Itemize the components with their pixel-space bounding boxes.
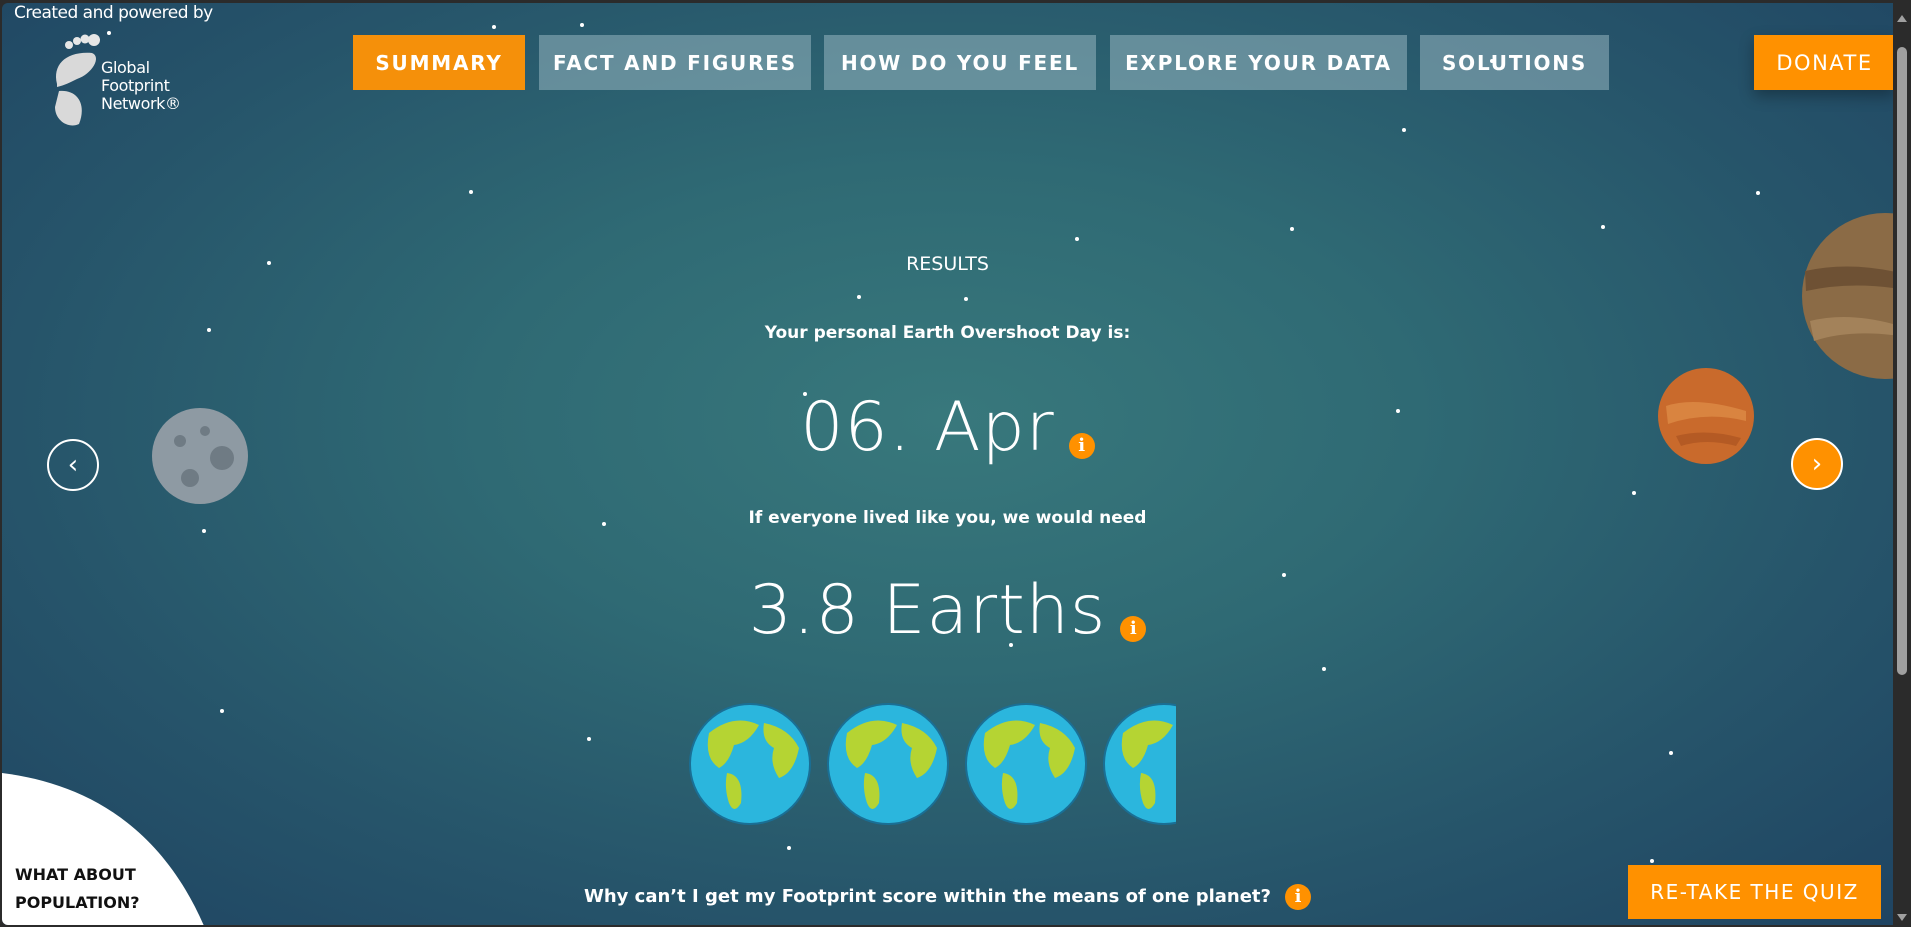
- scroll-thumb[interactable]: [1897, 47, 1907, 675]
- star: [1756, 191, 1760, 195]
- star: [1490, 59, 1494, 63]
- earth-icon: [1103, 703, 1176, 825]
- overshoot-date-row: 06. Apr i: [2, 388, 1893, 467]
- info-icon[interactable]: i: [1284, 884, 1311, 910]
- overshoot-date: 06. Apr: [800, 388, 1055, 467]
- earth-icon: [689, 703, 811, 825]
- scroll-down-icon[interactable]: [1897, 914, 1907, 921]
- page: Created and powered by Global Footprint …: [2, 3, 1893, 925]
- star: [1396, 409, 1400, 413]
- star: [803, 392, 807, 396]
- star: [1075, 237, 1079, 241]
- nav-fact-and-figures[interactable]: FACT AND FIGURES: [539, 35, 811, 90]
- star: [1669, 751, 1673, 755]
- nav-how-do-you-feel[interactable]: HOW DO YOU FEEL: [824, 35, 1096, 90]
- earths-value: 3.8 Earths: [748, 571, 1107, 650]
- population-link[interactable]: WHAT ABOUT POPULATION?: [15, 861, 145, 917]
- logo-line: Footprint: [101, 76, 170, 95]
- star: [602, 522, 606, 526]
- nav-solutions[interactable]: SOLUTIONS: [1420, 35, 1609, 90]
- retake-quiz-button[interactable]: RE-TAKE THE QUIZ: [1628, 865, 1881, 919]
- one-planet-question-row: Why can’t I get my Footprint score withi…: [2, 884, 1893, 910]
- star: [207, 328, 211, 332]
- star: [964, 297, 968, 301]
- earths-value-row: 3.8 Earths i: [2, 571, 1893, 650]
- info-icon[interactable]: i: [1120, 615, 1147, 642]
- star: [107, 31, 111, 35]
- star: [1322, 667, 1326, 671]
- star: [787, 846, 791, 850]
- earths-row: [689, 703, 1176, 825]
- star: [469, 190, 473, 194]
- star: [267, 261, 271, 265]
- logo-line: Network®: [101, 94, 181, 113]
- logo-line: Global: [101, 58, 150, 77]
- star: [1632, 491, 1636, 495]
- donate-button[interactable]: DONATE: [1754, 35, 1893, 90]
- star: [857, 295, 861, 299]
- star: [1402, 128, 1406, 132]
- star: [220, 709, 224, 713]
- earths-label: If everyone lived like you, we would nee…: [748, 508, 1147, 528]
- jupiter-icon: [1802, 213, 1893, 379]
- star: [1009, 643, 1013, 647]
- scroll-up-icon[interactable]: [1897, 15, 1907, 22]
- nav-explore-your-data[interactable]: EXPLORE YOUR DATA: [1110, 35, 1407, 90]
- star: [202, 529, 206, 533]
- star: [1282, 573, 1286, 577]
- star: [580, 23, 584, 27]
- star: [587, 737, 591, 741]
- nav-summary[interactable]: SUMMARY: [353, 35, 525, 90]
- info-icon[interactable]: i: [1068, 432, 1095, 459]
- star: [1601, 225, 1605, 229]
- results-heading: RESULTS: [906, 253, 989, 275]
- credit-text: Created and powered by: [14, 3, 213, 23]
- earth-icon: [965, 703, 1087, 825]
- one-planet-question[interactable]: Why can’t I get my Footprint score withi…: [584, 886, 1271, 907]
- logo-text: Global Footprint Network®: [101, 59, 181, 113]
- scrollbar[interactable]: [1893, 3, 1911, 925]
- star: [492, 25, 496, 29]
- earth-icon: [827, 703, 949, 825]
- star: [1290, 227, 1294, 231]
- star: [1650, 859, 1654, 863]
- overshoot-label: Your personal Earth Overshoot Day is:: [764, 323, 1131, 343]
